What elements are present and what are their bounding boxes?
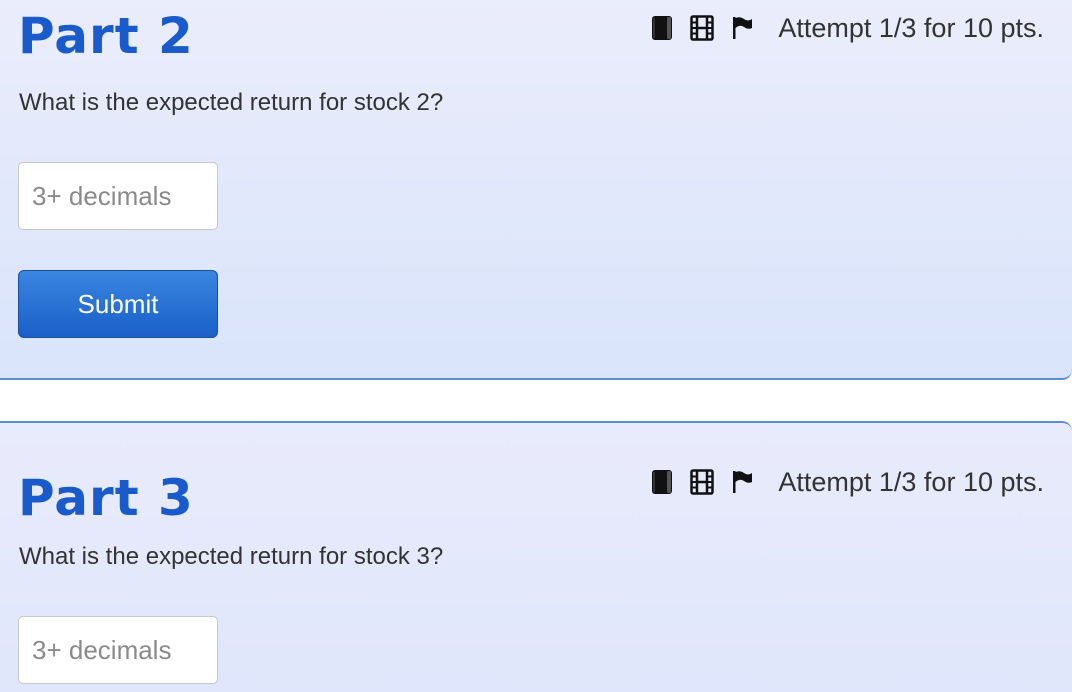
part-toolbar: Attempt 1/3 for 10 pts.	[648, 465, 1044, 499]
part-title: Part 3	[18, 469, 194, 527]
book-icon[interactable]	[648, 13, 676, 43]
submit-button[interactable]: Submit	[18, 270, 218, 338]
answer-input[interactable]	[18, 162, 218, 230]
part-3-card: Part 3 Attempt 1/3 for 10 pts. What is t…	[0, 421, 1072, 692]
film-icon[interactable]	[688, 13, 716, 43]
question-text: What is the expected return for stock 2?	[19, 89, 444, 116]
flag-icon[interactable]	[728, 467, 756, 497]
flag-icon[interactable]	[728, 13, 756, 43]
film-icon[interactable]	[688, 467, 716, 497]
part-title: Part 2	[18, 7, 194, 65]
part-2-card: Part 2 Attempt 1/3 for 10 pts. What is t…	[0, 0, 1072, 380]
part-toolbar: Attempt 1/3 for 10 pts.	[648, 11, 1044, 45]
attempt-status: Attempt 1/3 for 10 pts.	[778, 13, 1044, 43]
page: Part 2 Attempt 1/3 for 10 pts. What is t…	[0, 0, 1072, 692]
book-icon[interactable]	[648, 467, 676, 497]
answer-input[interactable]	[18, 616, 218, 684]
attempt-status: Attempt 1/3 for 10 pts.	[778, 467, 1044, 497]
question-text: What is the expected return for stock 3?	[19, 543, 444, 570]
